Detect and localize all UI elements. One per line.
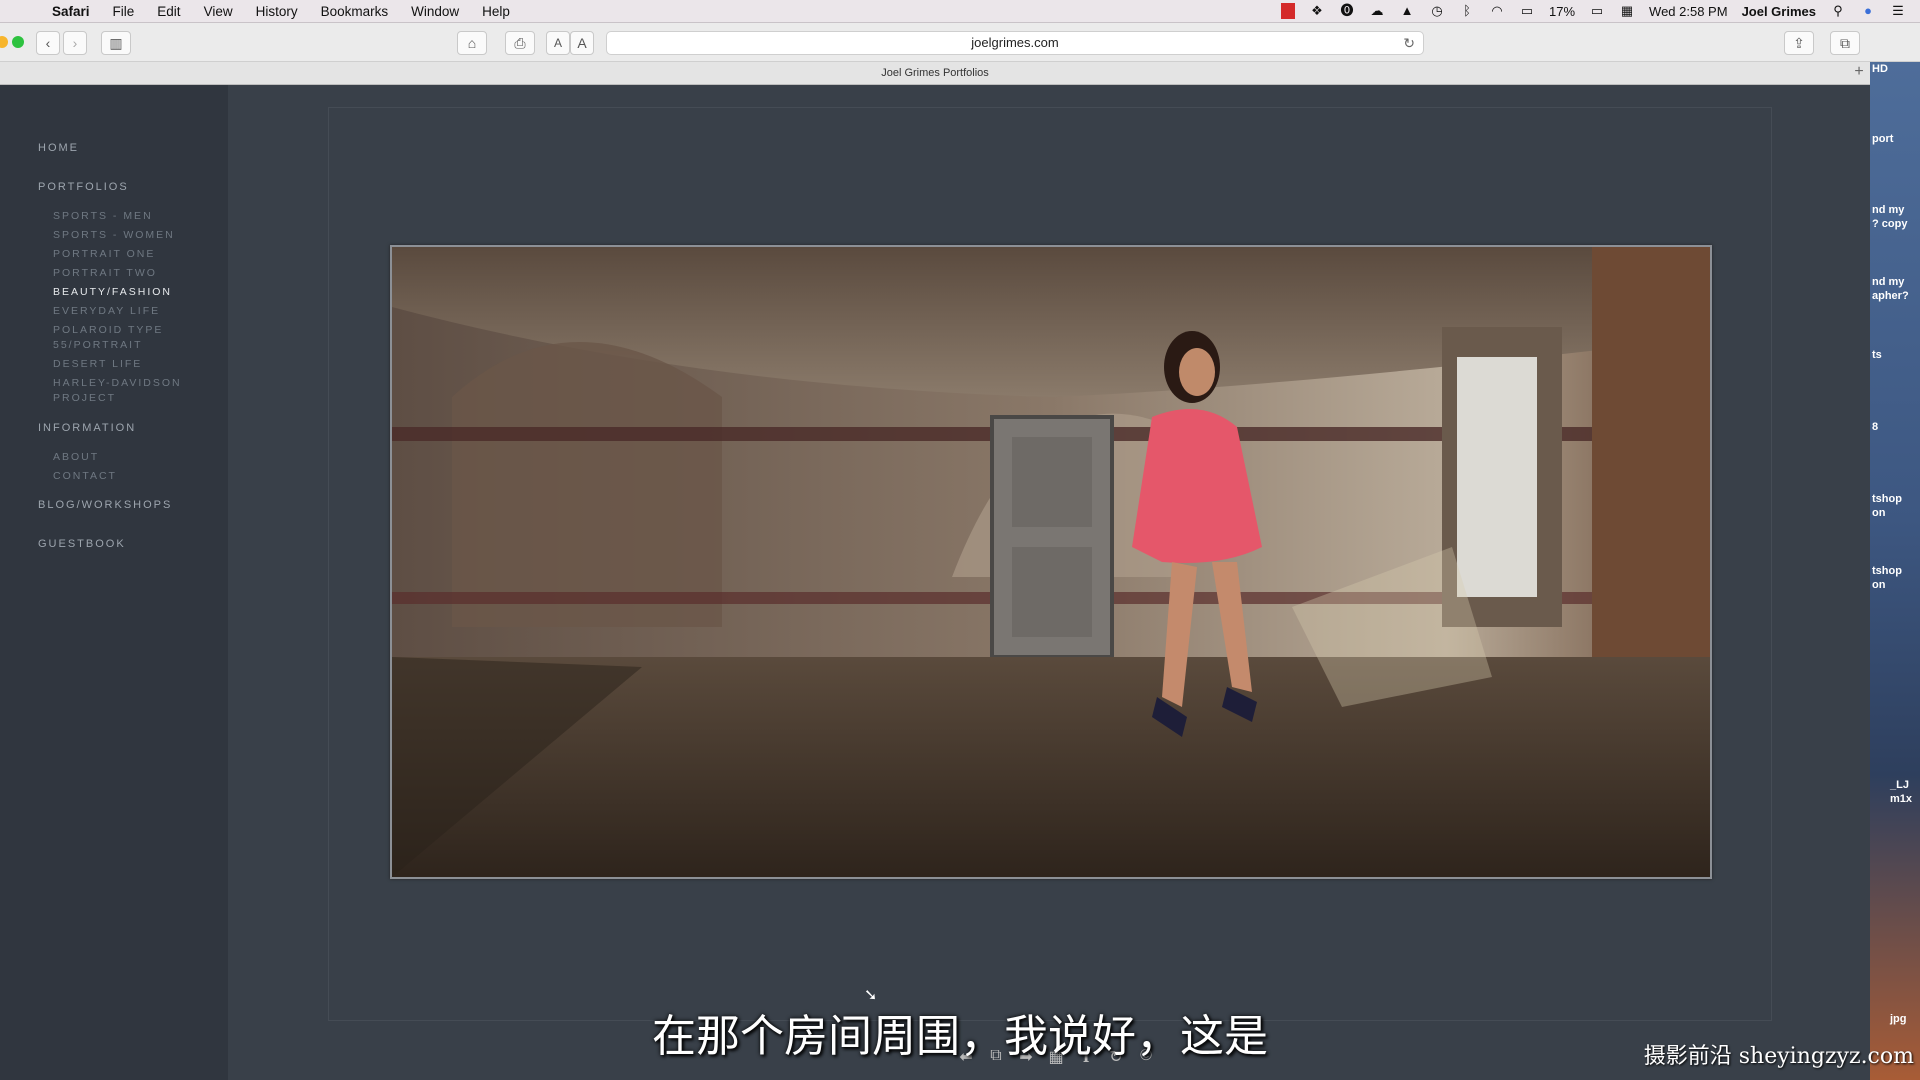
notification-center-icon[interactable]: ☰ (1890, 4, 1906, 18)
nav-home[interactable]: HOME (38, 142, 79, 154)
desktop-label[interactable]: nd my (1872, 275, 1904, 289)
nav-portfolios[interactable]: PORTFOLIOS (38, 181, 129, 193)
home-button-icon[interactable]: ⌂ (457, 31, 487, 55)
mouse-cursor-icon: ➘ (864, 987, 878, 1004)
minimize-window-icon[interactable] (0, 36, 8, 48)
desktop-label[interactable]: _LJ (1890, 778, 1909, 792)
nav-about[interactable]: ABOUT (53, 450, 213, 465)
new-tab-icon[interactable]: + (1848, 62, 1870, 84)
desktop-label[interactable]: apher? (1872, 289, 1909, 303)
forward-button[interactable]: › (63, 31, 87, 55)
copyright-icon[interactable]: © (1135, 1047, 1157, 1067)
red-app-icon[interactable] (1281, 3, 1295, 19)
battery-icon[interactable]: ▭ (1589, 4, 1605, 18)
gallery-photo[interactable] (390, 245, 1712, 879)
desktop-label[interactable]: 8 (1872, 420, 1878, 434)
safari-toolbar: ‹ › ▥ ⌂ ⎙ A A joelgrimes.com ↻ ⇪ ⧉ (0, 23, 1920, 62)
print-button-icon[interactable]: ⎙ (505, 31, 535, 55)
info-icon[interactable]: ℹ (1075, 1047, 1097, 1067)
show-tabs-button-icon[interactable]: ⧉ (1830, 31, 1860, 55)
airplay-icon[interactable]: ▭ (1519, 4, 1535, 18)
onepassword-icon[interactable]: ⓿ (1339, 4, 1355, 18)
next-arrow-icon[interactable]: ➡ (1015, 1047, 1037, 1067)
tab-joel-grimes-portfolios[interactable]: Joel Grimes Portfolios (881, 67, 989, 79)
nav-beauty-fashion[interactable]: BEAUTY/FASHION (53, 285, 213, 300)
nav-sports-men[interactable]: SPORTS - MEN (53, 209, 213, 224)
calendar-icon[interactable]: ▦ (1619, 4, 1635, 18)
nav-contact[interactable]: CONTACT (53, 469, 213, 484)
gallery-controls: ⬅ ⧉ ➡ ▦ ℹ ↻ © (955, 1047, 1157, 1067)
menu-bookmarks[interactable]: Bookmarks (321, 4, 389, 19)
nav-harley-davidson-project[interactable]: HARLEY-DAVIDSON PROJECT (53, 376, 193, 406)
desktop-label[interactable]: tshop (1872, 492, 1902, 506)
zoom-window-icon[interactable] (12, 36, 24, 48)
creative-cloud-icon[interactable]: ☁ (1369, 4, 1385, 18)
menu-history[interactable]: History (256, 4, 298, 19)
battery-percent: 17% (1549, 3, 1576, 19)
thumbnails-grid-icon[interactable]: ▦ (1045, 1047, 1067, 1067)
share-icon[interactable]: ↻ (1105, 1047, 1127, 1067)
desktop-label[interactable]: tshop (1872, 564, 1902, 578)
desktop-background: HD port nd my ? copy nd my apher? ts 8 t… (1870, 62, 1920, 1080)
nav-desert-life[interactable]: DESERT LIFE (53, 357, 213, 372)
address-text: joelgrimes.com (971, 35, 1059, 50)
desktop-label[interactable]: on (1872, 578, 1885, 592)
reload-icon[interactable]: ↻ (1403, 32, 1415, 54)
nav-portrait-two[interactable]: PORTRAIT TWO (53, 266, 213, 281)
desktop-label[interactable]: nd my (1872, 203, 1904, 217)
menu-window[interactable]: Window (411, 4, 459, 19)
user-name[interactable]: Joel Grimes (1742, 4, 1816, 19)
fullscreen-icon[interactable]: ⧉ (985, 1047, 1007, 1067)
nav-information[interactable]: INFORMATION (38, 422, 136, 434)
nav-portrait-one[interactable]: PORTRAIT ONE (53, 247, 213, 262)
menu-bar: Safari File Edit View History Bookmarks … (0, 0, 1920, 23)
siri-icon[interactable]: ● (1860, 4, 1876, 18)
nav-blog-workshops[interactable]: BLOG/WORKSHOPS (38, 499, 172, 511)
site-navigation: HOME PORTFOLIOS SPORTS - MEN SPORTS - WO… (0, 85, 228, 1080)
desktop-label[interactable]: on (1872, 506, 1885, 520)
desktop-label[interactable]: HD (1872, 62, 1888, 76)
notification-app-icon[interactable]: ▲ (1399, 4, 1415, 18)
desktop-label[interactable]: jpg (1890, 1012, 1907, 1026)
menu-file[interactable]: File (113, 4, 135, 19)
tab-bar: Joel Grimes Portfolios + (0, 62, 1870, 85)
clock[interactable]: Wed 2:58 PM (1649, 4, 1728, 19)
nav-sports-women[interactable]: SPORTS - WOMEN (53, 228, 213, 243)
desktop-label[interactable]: ts (1872, 348, 1882, 362)
spotlight-search-icon[interactable]: ⚲ (1830, 4, 1846, 18)
menu-help[interactable]: Help (482, 4, 510, 19)
address-bar[interactable]: joelgrimes.com ↻ (606, 31, 1424, 55)
time-machine-icon[interactable]: ◷ (1429, 4, 1445, 18)
desktop-label[interactable]: m1x (1890, 792, 1912, 806)
menu-app-safari[interactable]: Safari (52, 4, 90, 19)
font-larger-button[interactable]: A (570, 31, 594, 55)
web-page: HOME PORTFOLIOS SPORTS - MEN SPORTS - WO… (0, 85, 1870, 1080)
menu-view[interactable]: View (204, 4, 233, 19)
dropbox-icon[interactable]: ❖ (1309, 4, 1325, 18)
nav-everyday-life[interactable]: EVERYDAY LIFE (53, 304, 213, 319)
status-area: ❖ ⓿ ☁ ▲ ◷ ᛒ ◠ ▭ 17% ▭ ▦ Wed 2:58 PM Joel… (1281, 0, 1920, 22)
font-smaller-button[interactable]: A (546, 31, 570, 55)
bluetooth-icon[interactable]: ᛒ (1459, 4, 1475, 18)
wifi-icon[interactable]: ◠ (1489, 4, 1505, 18)
desktop-label[interactable]: ? copy (1872, 217, 1907, 231)
nav-polaroid-type-55[interactable]: POLAROID TYPE 55/PORTRAIT (53, 323, 183, 353)
nav-guestbook[interactable]: GUESTBOOK (38, 538, 126, 550)
menu-edit[interactable]: Edit (157, 4, 180, 19)
watermark: 摄影前沿 sheyingzyz.com (1643, 1044, 1914, 1069)
photo-image (392, 247, 1710, 877)
share-button-icon[interactable]: ⇪ (1784, 31, 1814, 55)
back-button[interactable]: ‹ (36, 31, 60, 55)
sidebar-toggle-icon[interactable]: ▥ (101, 31, 131, 55)
previous-arrow-icon[interactable]: ⬅ (955, 1047, 977, 1067)
desktop-label[interactable]: port (1872, 132, 1893, 146)
